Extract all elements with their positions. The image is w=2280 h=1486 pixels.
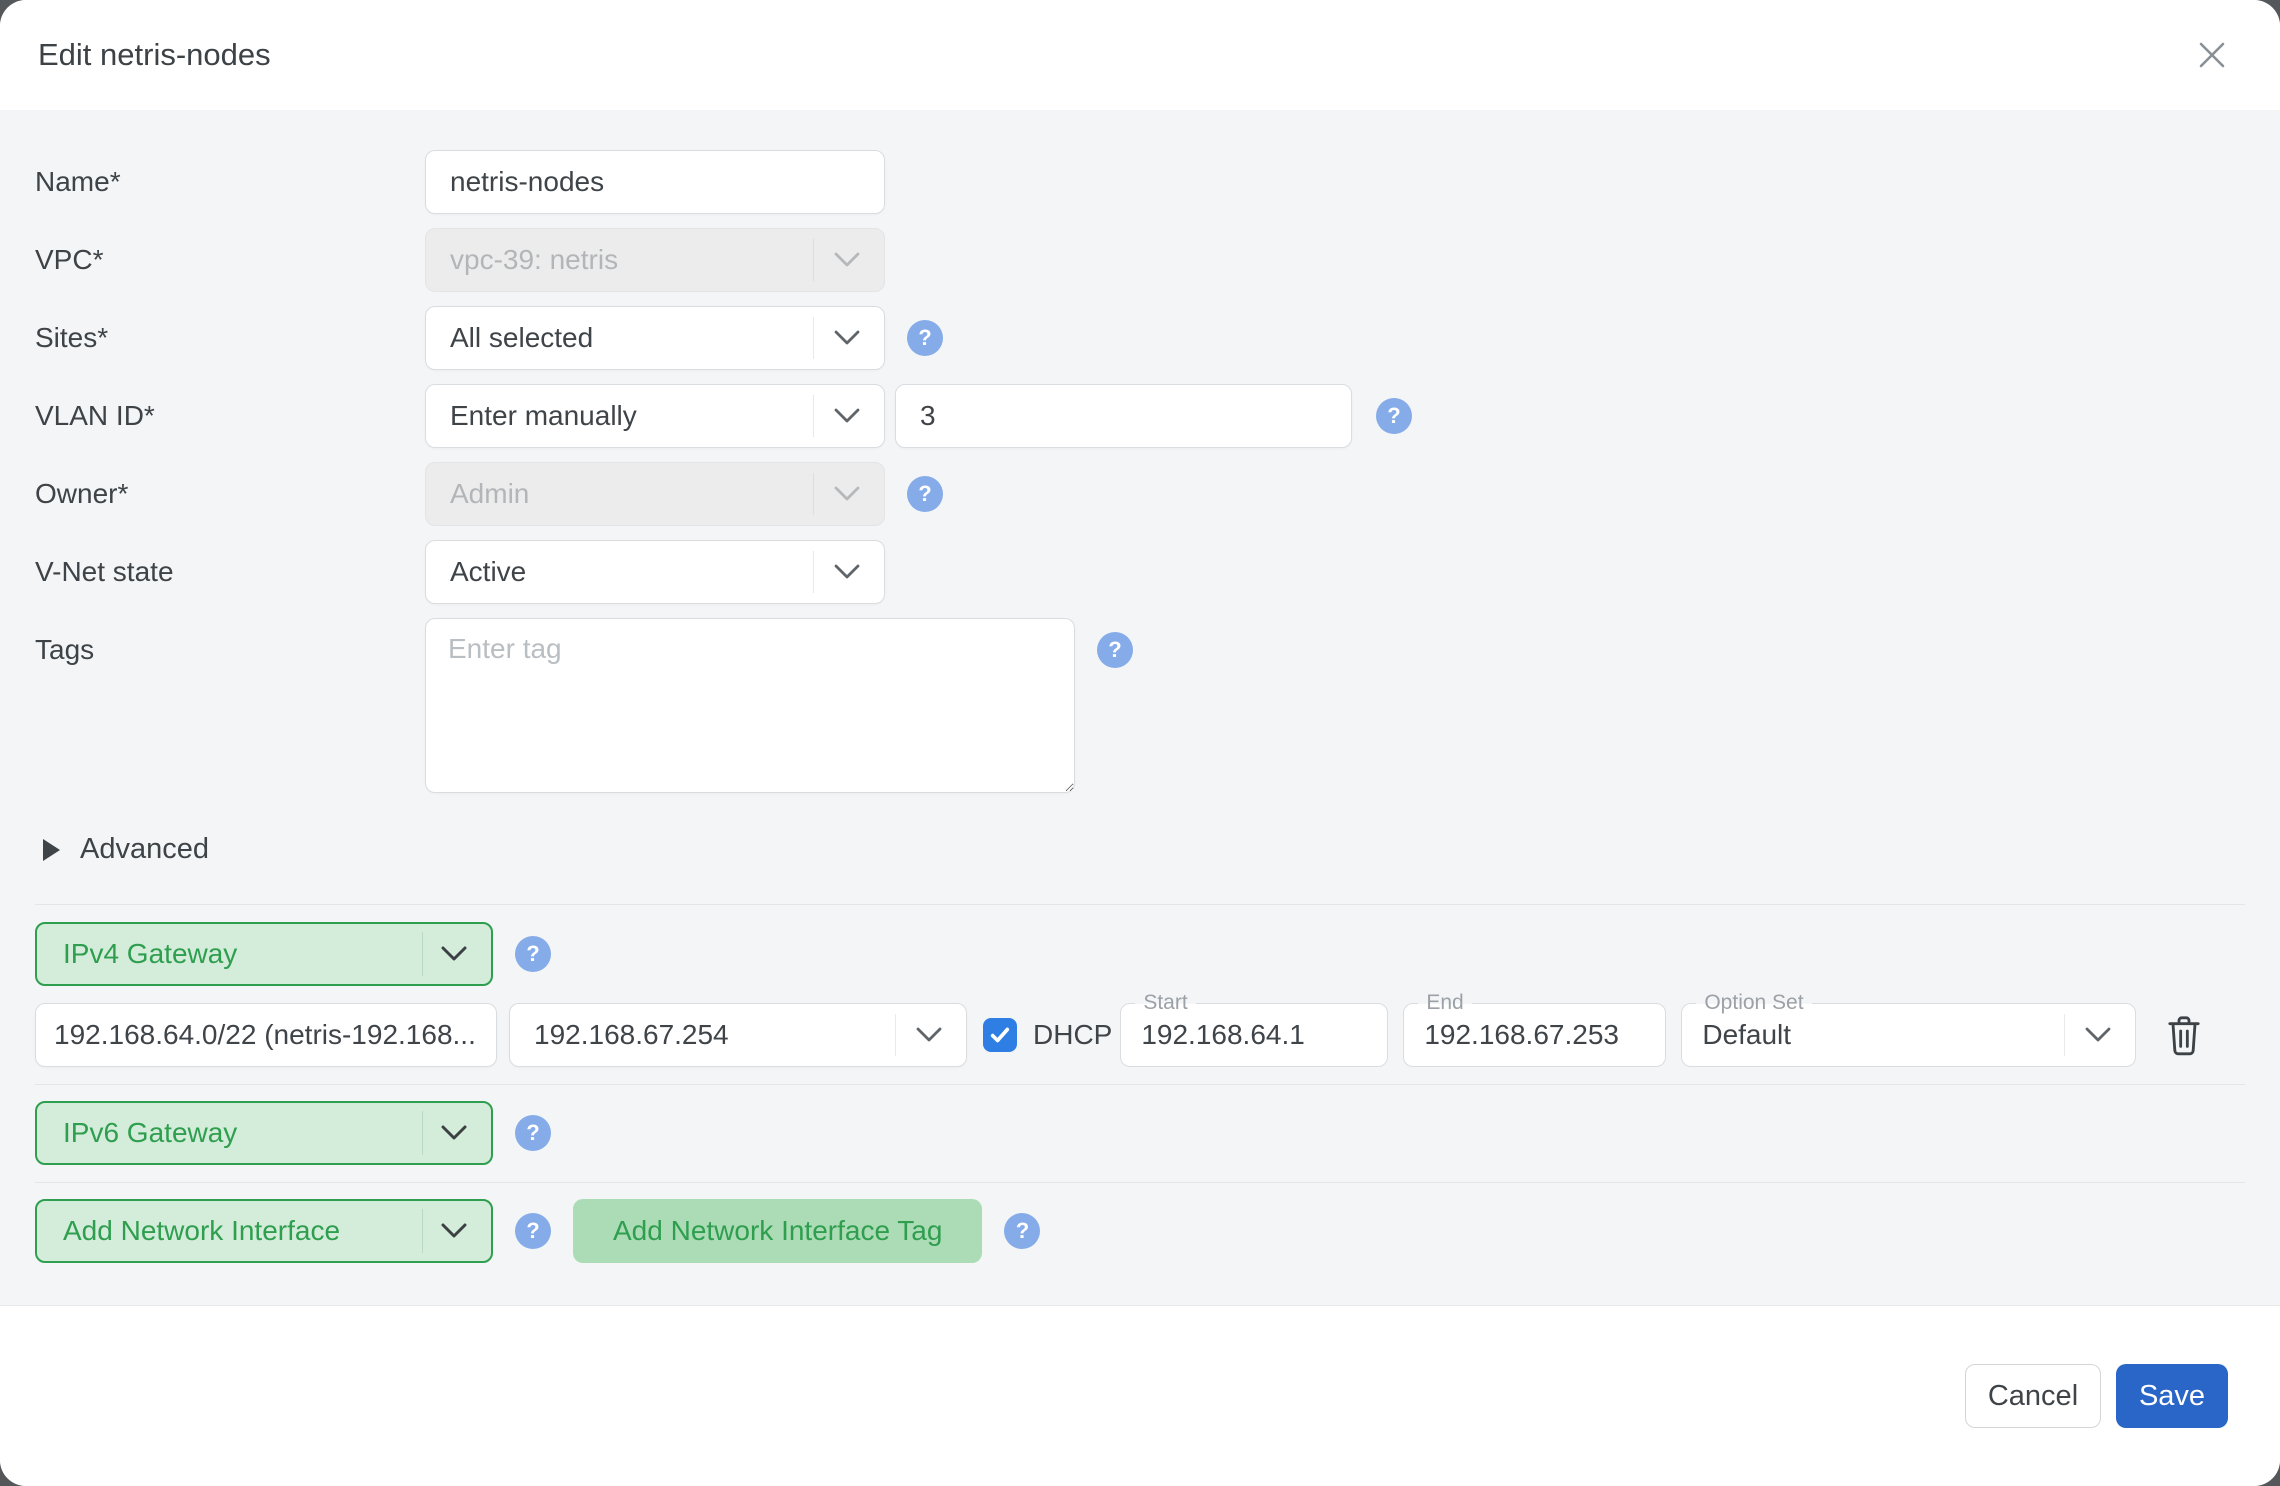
select-divider bbox=[422, 932, 423, 976]
form-row-sites: Sites* All selected ? bbox=[35, 306, 2245, 370]
add-interface-row: Add Network Interface ? Add Network Inte… bbox=[35, 1182, 2245, 1263]
ipv4-interface-row: 192.168.64.0/22 (netris-192.168... 192.1… bbox=[35, 1003, 2245, 1067]
chevron-down-icon bbox=[834, 330, 860, 346]
tags-label: Tags bbox=[35, 618, 425, 666]
modal-body: Name* VPC* vpc-39: netris Sites* A bbox=[0, 110, 2280, 1305]
dhcp-checkbox[interactable] bbox=[983, 1018, 1017, 1052]
owner-value: Admin bbox=[450, 478, 529, 510]
modal-header: Edit netris-nodes bbox=[0, 0, 2280, 110]
select-divider bbox=[813, 317, 814, 359]
chevron-down-icon bbox=[916, 1027, 942, 1043]
advanced-label: Advanced bbox=[80, 833, 209, 866]
cancel-button[interactable]: Cancel bbox=[1965, 1364, 2101, 1428]
select-divider bbox=[813, 551, 814, 593]
vnet-state-label: V-Net state bbox=[35, 556, 425, 588]
tags-input[interactable] bbox=[425, 618, 1075, 793]
subnet-select[interactable]: 192.168.64.0/22 (netris-192.168... bbox=[35, 1003, 497, 1067]
sites-help-icon[interactable]: ? bbox=[907, 320, 943, 356]
vlan-id-field-box bbox=[895, 384, 1352, 448]
ipv4-gateway-button[interactable]: IPv4 Gateway bbox=[35, 922, 493, 986]
option-set-select[interactable]: Option Set Default bbox=[1681, 1003, 2136, 1067]
owner-label: Owner* bbox=[35, 478, 425, 510]
edit-vnet-modal: Edit netris-nodes Name* VPC* vpc-39: net… bbox=[0, 0, 2280, 1486]
form-row-vlan: VLAN ID* Enter manually ? bbox=[35, 384, 2245, 448]
chevron-down-icon bbox=[441, 946, 467, 962]
ipv4-gateway-help-icon[interactable]: ? bbox=[515, 936, 551, 972]
form-row-name: Name* bbox=[35, 150, 2245, 214]
select-divider bbox=[813, 395, 814, 437]
trash-icon bbox=[2164, 1013, 2204, 1057]
checkmark-icon bbox=[989, 1025, 1011, 1045]
vlan-id-input[interactable] bbox=[920, 400, 1327, 432]
chevron-down-icon bbox=[834, 252, 860, 268]
ipv6-gateway-help-icon[interactable]: ? bbox=[515, 1115, 551, 1151]
dhcp-label: DHCP bbox=[1033, 1019, 1112, 1051]
dhcp-start-field: Start bbox=[1120, 1003, 1388, 1067]
owner-select: Admin bbox=[425, 462, 885, 526]
modal-title: Edit netris-nodes bbox=[38, 37, 271, 73]
add-interface-tag-help-icon[interactable]: ? bbox=[1004, 1213, 1040, 1249]
dhcp-end-field: End bbox=[1403, 1003, 1666, 1067]
add-network-interface-button[interactable]: Add Network Interface bbox=[35, 1199, 493, 1263]
owner-help-icon[interactable]: ? bbox=[907, 476, 943, 512]
form-row-vnet-state: V-Net state Active bbox=[35, 540, 2245, 604]
select-divider bbox=[813, 473, 814, 515]
form-row-owner: Owner* Admin ? bbox=[35, 462, 2245, 526]
caret-right-icon bbox=[43, 839, 60, 861]
add-interface-help-icon[interactable]: ? bbox=[515, 1213, 551, 1249]
gateway-value: 192.168.67.254 bbox=[534, 1019, 729, 1051]
chevron-down-icon bbox=[834, 486, 860, 502]
ipv4-gateway-row: IPv4 Gateway ? bbox=[35, 905, 2245, 986]
close-button[interactable] bbox=[2190, 33, 2234, 77]
sites-label: Sites* bbox=[35, 322, 425, 354]
chevron-down-icon bbox=[441, 1223, 467, 1239]
delete-row-button[interactable] bbox=[2164, 1013, 2204, 1057]
ipv6-gateway-label: IPv6 Gateway bbox=[63, 1117, 237, 1149]
dhcp-end-input[interactable] bbox=[1424, 1019, 1645, 1051]
tags-help-icon[interactable]: ? bbox=[1097, 632, 1133, 668]
chevron-down-icon bbox=[834, 408, 860, 424]
select-divider bbox=[2064, 1014, 2065, 1056]
sites-select[interactable]: All selected bbox=[425, 306, 885, 370]
ipv6-gateway-row: IPv6 Gateway ? bbox=[35, 1084, 2245, 1165]
gateway-select[interactable]: 192.168.67.254 bbox=[509, 1003, 967, 1067]
sites-value: All selected bbox=[450, 322, 593, 354]
add-network-interface-label: Add Network Interface bbox=[63, 1215, 340, 1247]
select-divider bbox=[422, 1111, 423, 1155]
vlan-help-icon[interactable]: ? bbox=[1376, 398, 1412, 434]
ipv6-gateway-button[interactable]: IPv6 Gateway bbox=[35, 1101, 493, 1165]
vpc-label: VPC* bbox=[35, 244, 425, 276]
chevron-down-icon bbox=[441, 1125, 467, 1141]
subnet-value: 192.168.64.0/22 (netris-192.168... bbox=[54, 1019, 476, 1051]
vnet-state-select[interactable]: Active bbox=[425, 540, 885, 604]
name-input[interactable] bbox=[450, 166, 860, 198]
select-divider bbox=[813, 239, 814, 281]
vpc-value: vpc-39: netris bbox=[450, 244, 618, 276]
ipv4-gateway-label: IPv4 Gateway bbox=[63, 938, 237, 970]
select-divider bbox=[422, 1209, 423, 1253]
form-row-vpc: VPC* vpc-39: netris bbox=[35, 228, 2245, 292]
dhcp-start-input[interactable] bbox=[1141, 1019, 1367, 1051]
dhcp-end-label: End bbox=[1418, 991, 1471, 1015]
close-icon bbox=[2196, 39, 2228, 71]
chevron-down-icon bbox=[834, 564, 860, 580]
add-network-interface-tag-button[interactable]: Add Network Interface Tag bbox=[573, 1199, 982, 1263]
option-set-value: Default bbox=[1702, 1019, 1791, 1051]
option-set-label: Option Set bbox=[1696, 991, 1811, 1015]
advanced-toggle[interactable]: Advanced bbox=[35, 833, 2245, 866]
vnet-state-value: Active bbox=[450, 556, 526, 588]
form-row-tags: Tags ? bbox=[35, 618, 2245, 793]
name-field-box bbox=[425, 150, 885, 214]
vpc-select: vpc-39: netris bbox=[425, 228, 885, 292]
vlan-label: VLAN ID* bbox=[35, 400, 425, 432]
name-label: Name* bbox=[35, 166, 425, 198]
dhcp-start-label: Start bbox=[1135, 991, 1195, 1015]
chevron-down-icon bbox=[2085, 1027, 2111, 1043]
select-divider bbox=[895, 1014, 896, 1056]
vlan-mode-value: Enter manually bbox=[450, 400, 637, 432]
save-button[interactable]: Save bbox=[2116, 1364, 2228, 1428]
modal-footer: Cancel Save bbox=[0, 1305, 2280, 1486]
vlan-mode-select[interactable]: Enter manually bbox=[425, 384, 885, 448]
